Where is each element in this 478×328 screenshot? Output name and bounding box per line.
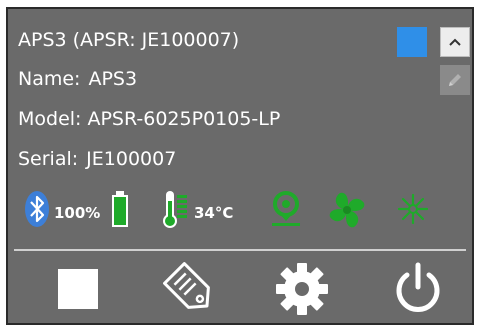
name-value: APS3: [88, 68, 138, 90]
name-row: Name: APS3: [18, 68, 137, 90]
stop-button[interactable]: [48, 259, 108, 319]
device-color-swatch[interactable]: [397, 27, 427, 57]
gear-icon: [276, 263, 328, 315]
serial-label: Serial:: [18, 148, 79, 170]
pencil-icon: [449, 74, 461, 86]
collapse-button[interactable]: [440, 27, 470, 57]
battery-icon: [110, 189, 130, 233]
light-icon: [393, 189, 433, 233]
settings-button[interactable]: [270, 259, 334, 319]
stop-icon: [58, 269, 98, 309]
device-title: APS3 (APSR: JE100007): [18, 29, 240, 51]
temperature: 34°C: [194, 204, 234, 222]
tag-button[interactable]: [158, 259, 222, 319]
device-card: APS3 (APSR: JE100007) Name: APS3 Model: AP…: [6, 7, 474, 325]
divider: [14, 249, 466, 251]
serial-value: JE100007: [86, 148, 177, 170]
fan-icon: [326, 189, 368, 233]
serial-row: Serial: JE100007: [18, 148, 176, 170]
name-label: Name:: [18, 68, 81, 90]
tag-icon: [163, 262, 210, 309]
model-label: Model:: [18, 108, 82, 130]
battery-percent: 100%: [54, 204, 101, 222]
power-button[interactable]: [386, 259, 450, 319]
edit-name-button[interactable]: [440, 65, 470, 95]
thermometer-icon: [162, 189, 190, 233]
location-pin-icon: [266, 189, 306, 233]
bluetooth-icon: [24, 189, 50, 233]
power-icon: [396, 262, 440, 312]
chevron-up-icon: [449, 38, 461, 46]
model-value: APSR-6025P0105-LP: [87, 108, 281, 130]
model-row: Model: APSR-6025P0105-LP: [18, 108, 280, 130]
